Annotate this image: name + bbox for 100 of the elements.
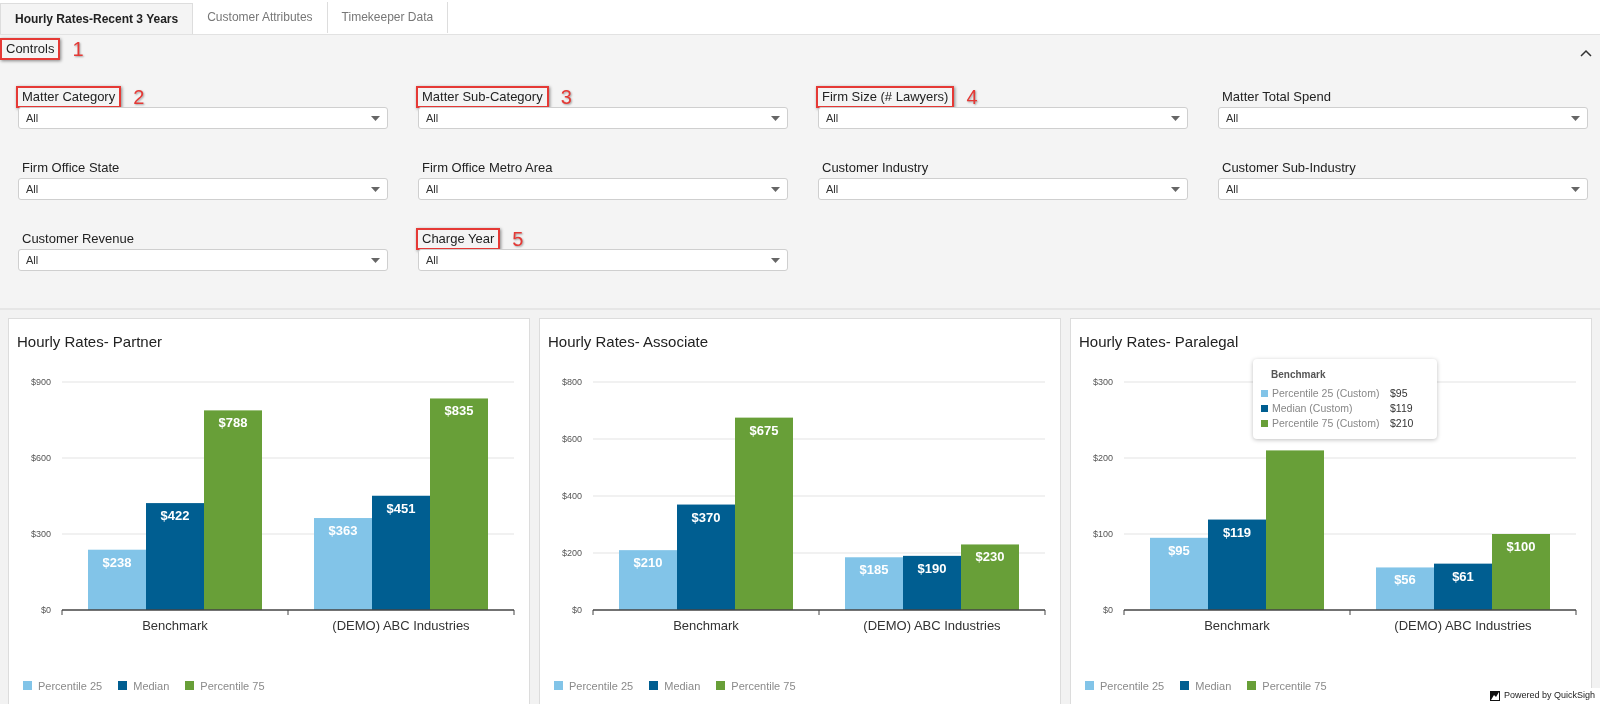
axis-tick-label: $0 (1103, 604, 1113, 615)
caret-icon (1171, 115, 1180, 121)
filter-label: Customer Industry (821, 159, 930, 177)
section-title: Controls (0, 38, 61, 60)
legend-label[interactable]: Median (133, 677, 170, 694)
branding-text: Powered by QuickSigh (1503, 689, 1595, 703)
callout-number: 4 (966, 87, 978, 107)
legend-label[interactable]: Percentile 75 (200, 677, 265, 694)
category-label: (DEMO) ABC Industries (1394, 617, 1532, 633)
bar[interactable] (372, 495, 430, 610)
dropdown[interactable]: All (18, 107, 388, 129)
callout-number: 3 (560, 87, 572, 107)
bar[interactable] (1434, 563, 1492, 610)
axis-tick-label: $800 (561, 376, 582, 387)
legend-swatch (649, 681, 659, 691)
axis-tick-label: $600 (30, 452, 51, 463)
dropdown[interactable]: All (818, 107, 1188, 129)
axis-tick-label: $300 (30, 528, 51, 539)
value-label: $56 (1394, 571, 1416, 587)
value-label: $100 (1506, 538, 1536, 554)
value-label: $185 (859, 561, 889, 577)
category-label: Benchmark (1204, 617, 1270, 633)
tooltip-value: $210 (1390, 416, 1414, 431)
value-label: $119 (1222, 524, 1252, 540)
axis-tick-label: $200 (1092, 452, 1113, 463)
axis-tick-label: $100 (1092, 528, 1113, 539)
category-label: (DEMO) ABC Industries (863, 617, 1001, 633)
value-label: $422 (160, 507, 190, 523)
chevron-up-icon[interactable] (1580, 49, 1592, 57)
tooltip-label: Median (Custom) (1272, 401, 1354, 416)
callout-number: 2 (133, 87, 145, 107)
value-label: $95 (1168, 542, 1190, 558)
legend-swatch (185, 681, 195, 691)
legend-swatch (1247, 681, 1257, 691)
tooltip-value: $119 (1390, 401, 1413, 416)
legend-swatch (716, 681, 726, 691)
legend-swatch (118, 681, 128, 691)
chart-title: Hourly Rates- Paralegal (1078, 332, 1240, 352)
value-label: $363 (328, 522, 358, 538)
bar[interactable] (1376, 566, 1434, 610)
dropdown[interactable]: All (418, 178, 788, 200)
legend-swatch (1180, 681, 1190, 691)
caret-icon (371, 186, 380, 192)
callout-number: 1 (72, 39, 84, 59)
value-label: $675 (749, 422, 779, 438)
value-label: $210 (633, 554, 663, 570)
chart-title: Hourly Rates- Partner (16, 332, 164, 352)
dropdown[interactable]: All (418, 107, 788, 129)
dropdown[interactable]: All (18, 249, 388, 271)
tab[interactable]: Timekeeper Data (327, 1, 449, 33)
category-label: Benchmark (673, 617, 739, 633)
tooltip-label: Percentile 25 (Custom) (1272, 386, 1381, 401)
legend-label[interactable]: Median (664, 677, 701, 694)
bar[interactable] (677, 504, 735, 610)
legend-label[interactable]: Percentile 75 (1262, 677, 1327, 694)
value-label: $238 (102, 554, 132, 570)
caret-icon (1571, 186, 1580, 192)
value-label: $835 (444, 402, 474, 418)
legend-label[interactable]: Median (1195, 677, 1232, 694)
chart-title: Hourly Rates- Associate (547, 332, 710, 352)
dropdown[interactable]: All (1218, 107, 1588, 129)
axis-tick-label: $0 (572, 604, 582, 615)
filter-label: Firm Office Metro Area (421, 159, 554, 177)
bar[interactable] (1208, 519, 1266, 610)
caret-icon (371, 257, 380, 263)
caret-icon (1171, 186, 1180, 192)
axis-tick-label: $600 (561, 433, 582, 444)
category-label: Benchmark (142, 617, 208, 633)
dropdown[interactable]: All (1218, 178, 1588, 200)
axis-tick-label: $400 (561, 490, 582, 501)
legend-label[interactable]: Percentile 25 (1100, 677, 1165, 694)
bar[interactable] (903, 555, 961, 610)
logo-icon (1489, 691, 1500, 701)
tab[interactable]: Customer Attributes (193, 1, 328, 33)
axis-tick-label: $900 (30, 376, 51, 387)
legend-swatch (1085, 681, 1094, 691)
filter-label: Customer Revenue (21, 230, 135, 248)
value-label: $230 (975, 548, 1005, 564)
value-label: $788 (218, 414, 248, 430)
tab[interactable]: Hourly Rates-Recent 3 Years (0, 3, 194, 34)
category-label: (DEMO) ABC Industries (332, 617, 470, 633)
caret-icon (771, 257, 780, 263)
legend-label[interactable]: Percentile 25 (569, 677, 634, 694)
dropdown[interactable]: All (818, 178, 1188, 200)
legend-label[interactable]: Percentile 75 (731, 677, 796, 694)
value-label: $61 (1452, 568, 1474, 584)
value-label: $190 (917, 560, 947, 576)
dropdown[interactable]: All (418, 249, 788, 271)
caret-icon (771, 115, 780, 121)
legend-label[interactable]: Percentile 25 (38, 677, 103, 694)
value-label: $451 (386, 500, 416, 516)
legend-swatch (23, 681, 32, 691)
bar[interactable] (146, 502, 204, 610)
caret-icon (771, 186, 780, 192)
filter-label: Customer Sub-Industry (1221, 159, 1357, 177)
axis-tick-label: $0 (41, 604, 51, 615)
bar[interactable] (961, 543, 1019, 610)
dropdown[interactable]: All (18, 178, 388, 200)
filter-label: Firm Office State (21, 159, 121, 177)
axis-tick-label: $200 (561, 547, 582, 558)
